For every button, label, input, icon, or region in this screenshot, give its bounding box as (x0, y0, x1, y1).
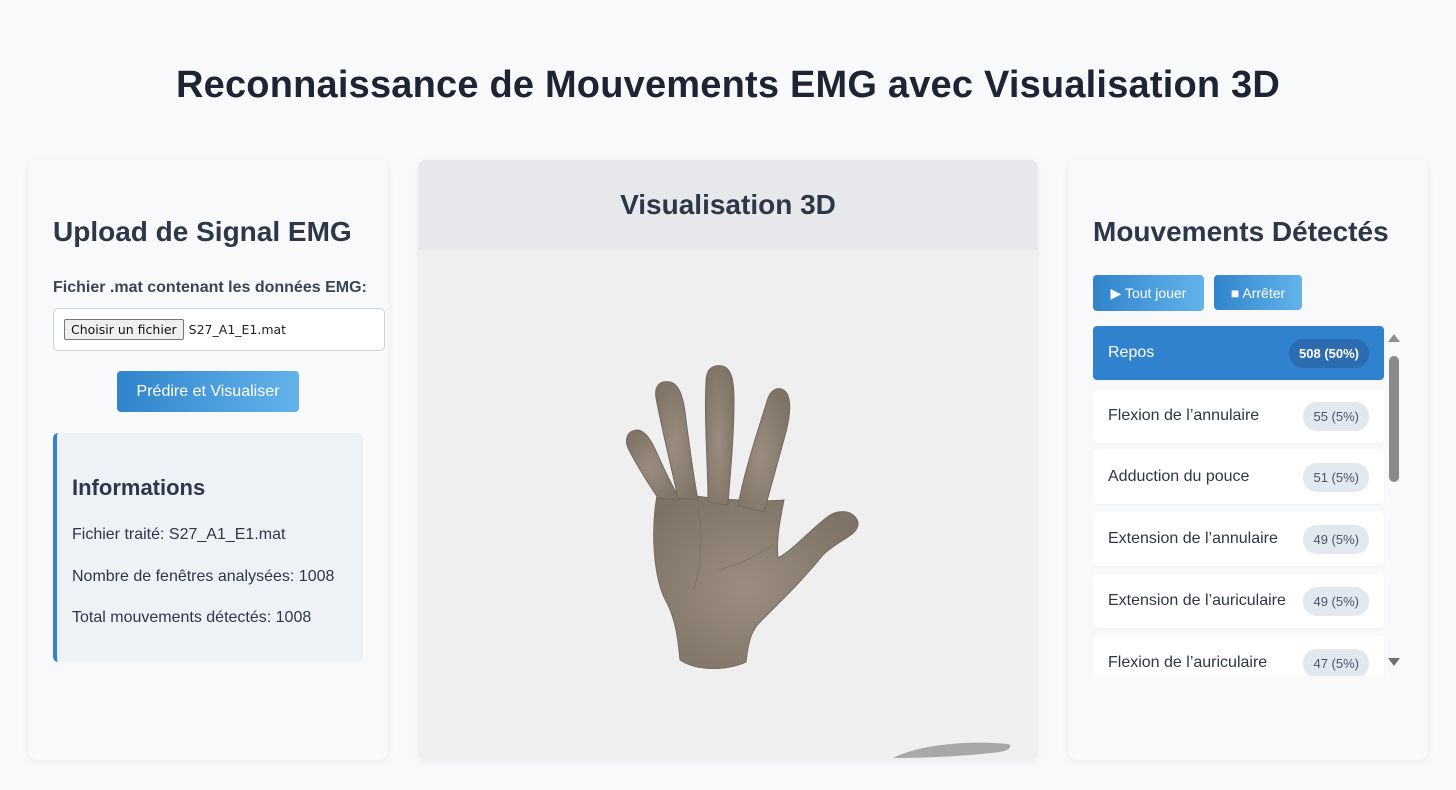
movements-heading: Mouvements Détectés (1093, 216, 1389, 247)
movement-count-badge: 49 (5%) (1303, 586, 1369, 616)
info-processed-file: Fichier traité: S27_A1_E1.mat (72, 526, 286, 543)
movements-scrollbar[interactable] (1386, 326, 1402, 676)
movement-label: Extension de l’annulaire (1108, 530, 1278, 547)
info-box: Informations Fichier traité: S27_A1_E1.m… (53, 433, 363, 662)
upload-panel: Upload de Signal EMG Fichier .mat conten… (28, 160, 388, 760)
movement-count-badge: 49 (5%) (1303, 524, 1369, 554)
choose-file-button[interactable]: Choisir un fichier (64, 319, 184, 340)
scroll-thumb[interactable] (1389, 356, 1399, 482)
3d-viewport[interactable] (418, 250, 1038, 760)
visualization-header: Visualisation 3D (418, 160, 1038, 250)
info-total-movements: Total mouvements détectés: 1008 (72, 609, 312, 626)
movement-count-badge: 55 (5%) (1303, 401, 1369, 431)
movement-count-badge: 51 (5%) (1303, 462, 1369, 492)
scroll-down-arrow-icon[interactable] (1388, 658, 1400, 666)
info-heading: Informations (72, 475, 206, 500)
movement-count-badge: 47 (5%) (1303, 648, 1369, 676)
movement-item[interactable]: Repos 508 (50%) (1093, 326, 1384, 380)
movement-label: Flexion de l’auriculaire (1108, 654, 1268, 671)
movement-item[interactable]: Extension de l’auriculaire 49 (5%) (1093, 574, 1384, 628)
movement-item[interactable]: Adduction du pouce 51 (5%) (1093, 450, 1384, 504)
movement-item[interactable]: Flexion de l’auriculaire 47 (5%) (1093, 636, 1384, 676)
visualization-title: Visualisation 3D (620, 189, 836, 220)
visualization-panel: Visualisation 3D (418, 160, 1038, 760)
info-windows-count: Nombre de fenêtres analysées: 1008 (72, 568, 335, 585)
movement-label: Repos (1108, 344, 1155, 361)
model-shadow (893, 742, 1011, 758)
scroll-up-arrow-icon[interactable] (1388, 334, 1400, 342)
page-title: Reconnaissance de Mouvements EMG avec Vi… (175, 64, 1281, 106)
play-all-button[interactable]: ▶ Tout jouer (1093, 275, 1204, 311)
movement-label: Extension de l’auriculaire (1108, 592, 1286, 609)
movement-label: Flexion de l’annulaire (1108, 407, 1260, 424)
movement-count-badge: 508 (50%) (1289, 338, 1369, 368)
movement-item[interactable]: Extension de l’annulaire 49 (5%) (1093, 512, 1384, 566)
movements-panel: Mouvements Détectés ▶ Tout jouer ■ Arrêt… (1068, 160, 1428, 760)
hand-3d-model[interactable] (598, 360, 868, 680)
movement-item[interactable]: Flexion de l’annulaire 55 (5%) (1093, 389, 1384, 443)
file-input[interactable]: Choisir un fichier S27_A1_E1.mat (53, 308, 385, 351)
selected-file-name: S27_A1_E1.mat (188, 322, 287, 337)
movements-list[interactable]: Repos 508 (50%) Flexion de l’annulaire 5… (1093, 326, 1404, 676)
file-label: Fichier .mat contenant les données EMG: (53, 279, 367, 296)
stop-button[interactable]: ■ Arrêter (1214, 275, 1302, 310)
predict-visualize-button[interactable]: Prédire et Visualiser (117, 371, 299, 412)
upload-heading: Upload de Signal EMG (53, 216, 352, 247)
movement-label: Adduction du pouce (1108, 468, 1250, 485)
